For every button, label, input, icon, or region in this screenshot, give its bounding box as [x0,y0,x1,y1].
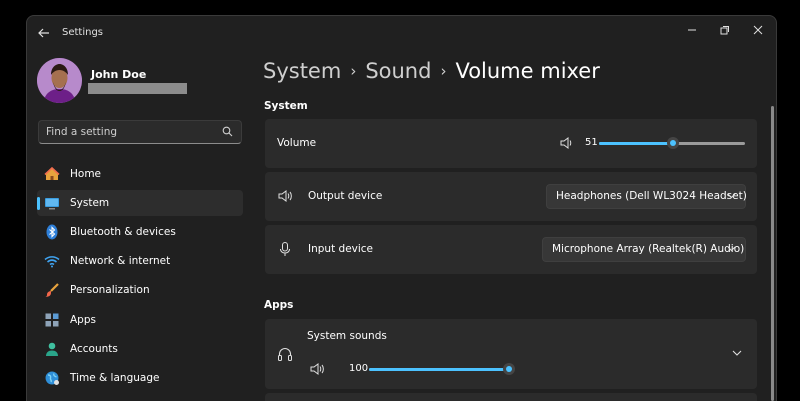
back-arrow-icon[interactable] [37,26,51,40]
wifi-icon [44,256,60,268]
volume-slider[interactable] [599,137,745,149]
input-device-label: Input device [308,243,374,255]
sidebar-item-system[interactable]: System [37,190,243,216]
sidebar-item-label: Personalization [70,284,150,296]
output-device-value: Headphones (Dell WL3024 Headset) [556,190,747,202]
speaker-icon[interactable] [309,361,325,377]
user-name: John Doe [91,68,147,81]
volume-card: Volume 51 [265,119,757,168]
microphone-icon [280,242,290,256]
chevron-right-icon: › [350,62,357,80]
home-icon [44,166,60,180]
slider-fill [599,142,674,145]
sidebar-item-label: Apps [70,314,96,326]
apps-icon [45,313,59,327]
volume-label: Volume [277,137,317,149]
sidebar-item-label: Home [70,168,102,180]
speaker-output-icon [278,190,292,202]
system-sounds-card: System sounds 100 [265,319,757,389]
section-title-system: System [264,100,308,112]
chevron-down-icon [727,246,736,252]
speaker-icon[interactable] [559,135,575,151]
title-bar: Settings [27,16,776,52]
sidebar-item-label: Network & internet [70,255,171,267]
avatar[interactable] [37,58,82,103]
volume-value: 51 [585,137,598,148]
sidebar-item-time-language[interactable]: Time & language [37,365,243,391]
sidebar-item-bluetooth[interactable]: Bluetooth & devices [37,219,243,245]
breadcrumb: System › Sound › Volume mixer [263,58,600,88]
slider-thumb[interactable] [503,363,515,375]
headphones-icon [278,348,292,361]
system-sounds-slider[interactable] [369,363,515,375]
search-input[interactable] [46,124,216,140]
page-title: Volume mixer [455,59,600,83]
section-title-apps: Apps [264,299,294,311]
search-box[interactable] [38,120,242,144]
minimize-button[interactable] [680,22,704,36]
sidebar-item-label: System [70,197,110,209]
close-button[interactable] [746,22,770,36]
scrollbar[interactable] [771,106,774,401]
chevron-down-icon [727,193,736,199]
slider-thumb[interactable] [667,137,680,149]
slider-fill [369,368,509,371]
output-device-card: Output device Headphones (Dell WL3024 He… [265,172,757,221]
restore-button[interactable] [712,22,736,36]
sidebar-item-network[interactable]: Network & internet [37,248,243,274]
search-icon[interactable] [222,126,233,137]
sidebar-item-apps[interactable]: Apps [37,307,243,333]
output-device-label: Output device [308,190,383,202]
output-device-dropdown[interactable]: Headphones (Dell WL3024 Headset) [546,184,747,209]
sidebar-item-label: Accounts [70,343,118,355]
chevron-down-icon[interactable] [731,347,743,359]
sidebar-item-home[interactable]: Home [37,161,243,187]
system-sounds-value: 100 [349,363,369,374]
breadcrumb-system[interactable]: System [263,59,341,83]
input-device-value: Microphone Array (Realtek(R) Audio) [552,243,745,255]
breadcrumb-sound[interactable]: Sound [365,59,431,83]
user-email-redacted [88,83,187,94]
window-title: Settings [62,27,104,38]
globe-icon [45,371,59,385]
input-device-dropdown[interactable]: Microphone Array (Realtek(R) Audio) [542,237,746,262]
bluetooth-icon [46,224,58,240]
sidebar-item-label: Time & language [70,372,160,384]
sidebar-item-personalization[interactable]: Personalization [37,277,243,303]
input-device-card: Input device Microphone Array (Realtek(R… [265,225,757,274]
account-icon [46,342,58,356]
sidebar-item-label: Bluetooth & devices [70,226,176,238]
display-icon [45,198,59,210]
chevron-right-icon: › [440,62,447,80]
brush-icon [45,283,59,297]
system-sounds-label: System sounds [307,330,387,342]
sidebar-item-accounts[interactable]: Accounts [37,336,243,362]
settings-window: Settings John Doe Home System [26,15,777,401]
selection-indicator [37,197,40,210]
